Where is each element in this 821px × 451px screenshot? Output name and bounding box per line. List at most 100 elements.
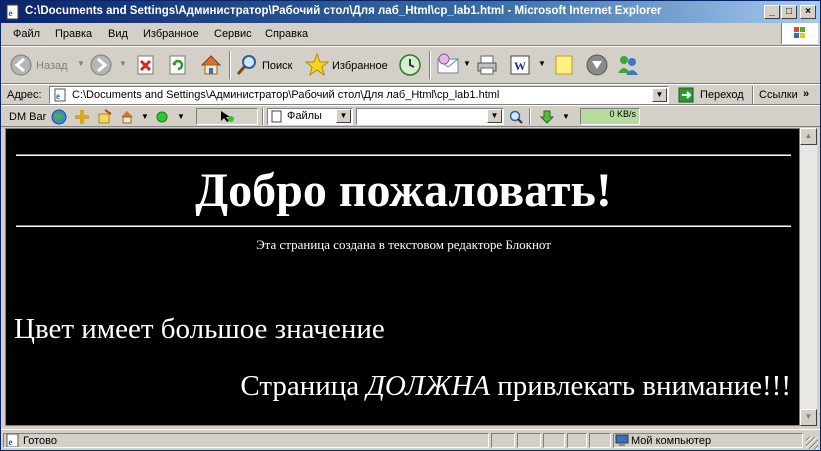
go-button[interactable]: Переход	[700, 89, 744, 101]
go-arrow-icon[interactable]	[678, 87, 694, 103]
toolbar-separator	[229, 51, 231, 79]
files-dropdown-button[interactable]: ▼	[336, 109, 351, 123]
notes-icon[interactable]	[553, 54, 575, 76]
status-cell	[589, 433, 611, 448]
address-value: C:\Documents and Settings\Администратор\…	[72, 89, 500, 101]
search-button-label[interactable]: Поиск	[262, 60, 292, 72]
links-chevron-icon[interactable]: »	[803, 88, 809, 100]
dm-search-input[interactable]: ▼	[356, 108, 504, 125]
toolbar-separator	[262, 108, 264, 125]
files-select[interactable]: Файлы ▼	[267, 108, 353, 125]
dm-search-dropdown-button[interactable]: ▼	[487, 109, 502, 123]
menu-view[interactable]: Вид	[108, 28, 128, 40]
dm-home-dropdown-icon[interactable]: ▼	[141, 112, 149, 121]
color-paragraph: Цвет имеет большое значение	[14, 313, 385, 345]
forward-arrow-icon[interactable]	[89, 53, 113, 77]
vertical-scrollbar[interactable]: ▲ ▼	[800, 128, 817, 426]
print-icon[interactable]	[475, 53, 499, 77]
svg-text:e: e	[9, 8, 13, 18]
page-subtitle: Эта страница создана в текстовом редакто…	[256, 237, 551, 252]
resize-grip-icon[interactable]	[806, 437, 818, 449]
back-arrow-icon[interactable]	[9, 53, 33, 77]
home-icon[interactable]	[199, 53, 223, 77]
toolbar-separator	[529, 108, 531, 125]
page-content: Добро пожаловать! Эта страница создана в…	[5, 128, 800, 426]
svg-text:e: e	[56, 91, 60, 101]
menu-file[interactable]: Файл	[13, 28, 40, 40]
mail-icon[interactable]	[436, 53, 462, 77]
menu-edit[interactable]: Правка	[55, 28, 92, 40]
minimize-button[interactable]: _	[764, 5, 780, 19]
favorites-star-icon[interactable]	[304, 52, 330, 78]
status-cell	[517, 433, 541, 448]
search-icon[interactable]	[235, 53, 259, 77]
status-bar: e Готово Мой компьютер	[1, 429, 820, 451]
download-speed-box: 0 KB/s	[580, 108, 640, 125]
browser-window: e C:\Documents and Settings\Администрато…	[0, 0, 821, 451]
back-button-label[interactable]: Назад	[36, 60, 68, 72]
address-dropdown-button[interactable]: ▼	[652, 88, 667, 102]
attention-text-before: Страница	[240, 370, 367, 402]
speed-indicator-box[interactable]	[196, 108, 258, 125]
edit-word-icon[interactable]: W	[509, 54, 531, 76]
refresh-icon[interactable]	[167, 54, 189, 76]
security-zone-text: Мой компьютер	[631, 435, 712, 447]
status-dropdown-icon[interactable]: ▼	[177, 112, 185, 121]
scroll-up-button[interactable]: ▲	[800, 128, 817, 145]
maximize-button[interactable]: □	[781, 5, 797, 19]
scroll-down-button[interactable]: ▼	[800, 409, 817, 426]
edit-dropdown-icon[interactable]: ▼	[538, 59, 546, 68]
messenger-icon[interactable]	[616, 53, 640, 77]
menu-tools[interactable]: Сервис	[214, 28, 252, 40]
back-dropdown-icon[interactable]: ▼	[77, 59, 85, 68]
move-icon[interactable]	[97, 109, 113, 125]
svg-text:W: W	[514, 59, 526, 73]
horizontal-rule-top	[16, 154, 791, 156]
history-icon[interactable]	[398, 53, 422, 77]
status-cell	[567, 433, 587, 448]
forward-dropdown-icon[interactable]: ▼	[119, 59, 127, 68]
toolbar-separator	[429, 51, 431, 79]
title-bar[interactable]: e C:\Documents and Settings\Администрато…	[1, 1, 820, 23]
menu-bar: Файл Правка Вид Избранное Сервис Справка	[1, 23, 820, 46]
mail-dropdown-icon[interactable]: ▼	[463, 59, 471, 68]
address-label: Адрес:	[7, 89, 42, 101]
menu-favorites[interactable]: Избранное	[143, 28, 199, 40]
file-icon	[271, 110, 282, 123]
attention-text-after: привлекать внимание!!!	[489, 370, 791, 402]
horizontal-rule-bottom	[16, 225, 791, 227]
globe-icon[interactable]	[51, 109, 67, 125]
windows-logo-icon	[781, 23, 818, 44]
cursor-icon	[221, 111, 234, 122]
status-cell	[543, 433, 565, 448]
attention-paragraph: Страница ДОЛЖНА привлекать внимание!!!	[240, 370, 791, 403]
window-title: C:\Documents and Settings\Администратор\…	[25, 5, 662, 17]
status-cell	[491, 433, 515, 448]
menu-help[interactable]: Справка	[265, 28, 308, 40]
favorites-button-label[interactable]: Избранное	[332, 60, 388, 72]
page-heading: Добро пожаловать!	[195, 164, 612, 217]
status-green-dot-icon[interactable]	[156, 111, 168, 123]
dm-toolbar: DM Bar ▼ ▼ Файлы ▼ ▼ ▼ 0 KB/s	[1, 105, 820, 127]
dm-home-icon[interactable]	[119, 109, 135, 125]
html-document-icon: e	[6, 4, 19, 20]
download-speed-value: 0 KB/s	[609, 109, 636, 119]
status-main-cell	[3, 433, 489, 448]
page-icon: e	[54, 88, 66, 102]
files-select-value: Файлы	[287, 110, 322, 122]
address-bar: Адрес: e C:\Documents and Settings\Админ…	[1, 84, 820, 105]
dm-search-icon[interactable]	[508, 109, 524, 125]
attention-emphasis: ДОЛЖНА	[366, 370, 490, 402]
dm-bar-label: DM Bar	[9, 111, 47, 123]
links-button[interactable]: Ссылки	[759, 89, 798, 101]
close-button[interactable]: ×	[800, 5, 816, 19]
stop-icon[interactable]	[135, 54, 157, 76]
toolbar-separator	[752, 86, 754, 104]
address-input[interactable]: e C:\Documents and Settings\Администрато…	[49, 86, 669, 104]
research-icon[interactable]	[585, 53, 609, 77]
add-icon[interactable]	[74, 109, 90, 125]
download-icon[interactable]	[539, 109, 555, 125]
download-dropdown-icon[interactable]: ▼	[562, 112, 570, 121]
my-computer-icon	[615, 434, 629, 446]
standard-toolbar: Назад ▼ ▼ Поиск Избранное ▼ W ▼	[1, 46, 820, 84]
